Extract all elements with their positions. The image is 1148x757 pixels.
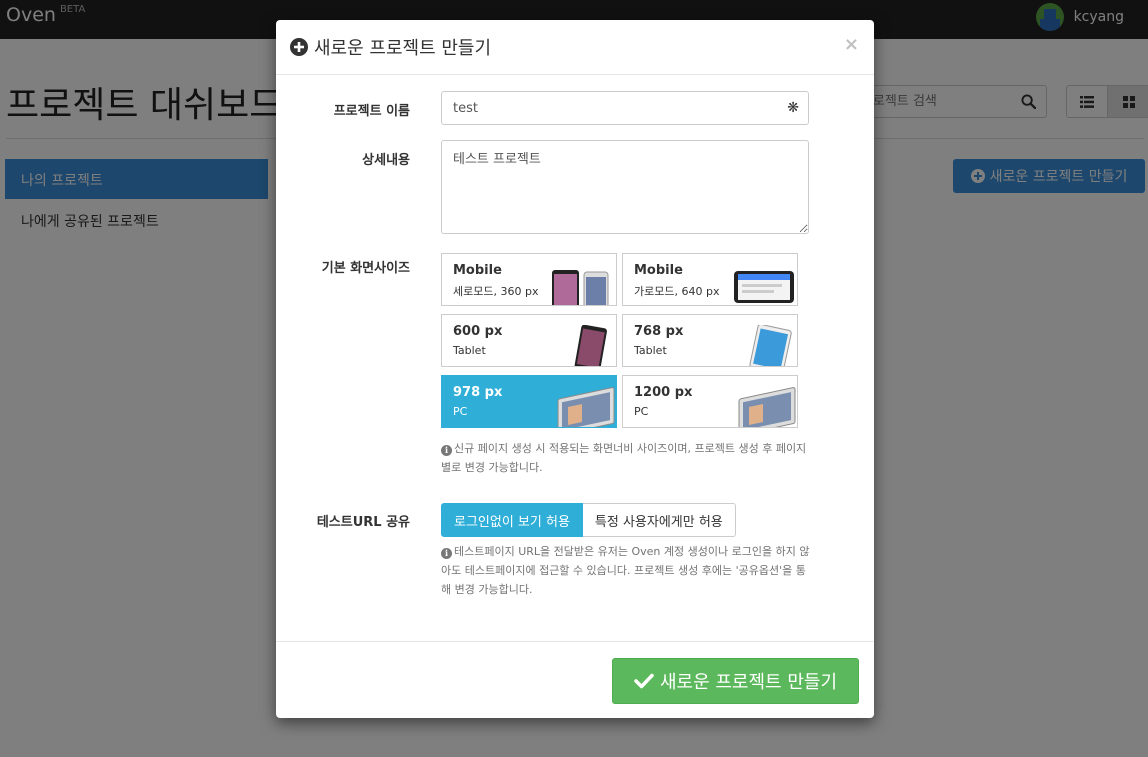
share-option-specific-users[interactable]: 특정 사용자에게만 허용: [582, 503, 736, 537]
info-icon: i: [441, 445, 452, 456]
description-label: 상세내용: [362, 153, 410, 168]
tablet-icon: [574, 325, 607, 366]
screen-size-label: 기본 화면사이즈: [321, 261, 410, 276]
size-option-600-tablet[interactable]: 600 px Tablet: [441, 314, 617, 367]
close-icon[interactable]: ×: [844, 34, 859, 55]
share-url-help: i 테스트페이지 URL을 전달받은 유저는 Oven 계정 생성이나 로그인을 …: [441, 545, 810, 596]
size-option-768-tablet[interactable]: 768 px Tablet: [622, 314, 798, 367]
size-option-mobile-landscape[interactable]: Mobile 가로모드, 640 px: [622, 253, 798, 306]
size-option-mobile-portrait[interactable]: Mobile 세로모드, 360 px: [441, 253, 617, 306]
new-project-modal: 새로운 프로젝트 만들기 × 프로젝트 이름 ❋ 상세내용 테스트 프로젝트 기…: [276, 20, 874, 718]
share-option-no-login[interactable]: 로그인없이 보기 허용: [441, 503, 583, 537]
modal-footer: 새로운 프로젝트 만들기: [276, 641, 874, 718]
create-project-button[interactable]: 새로운 프로젝트 만들기: [612, 658, 859, 704]
plus-circle-icon: [290, 38, 308, 56]
screen-size-help: i 신규 페이지 생성 시 적용되는 화면너비 사이즈이며, 프로젝트 생성 후 …: [441, 442, 807, 474]
project-name-field: ❋: [441, 91, 809, 125]
project-name-input[interactable]: [442, 92, 772, 124]
size-option-1200-pc[interactable]: 1200 px PC: [622, 375, 798, 428]
ipad-icon: [749, 325, 792, 366]
phone-landscape-icon: [734, 271, 794, 303]
monitor-icon: [738, 387, 796, 427]
share-url-label: 테스트URL 공유: [316, 515, 410, 530]
share-option-group: 로그인없이 보기 허용 특정 사용자에게만 허용: [441, 503, 736, 537]
check-icon: [634, 673, 654, 689]
required-icon: ❋: [787, 100, 799, 116]
modal-title: 새로운 프로젝트 만들기: [290, 34, 491, 60]
description-textarea[interactable]: 테스트 프로젝트: [441, 140, 809, 234]
modal-header: 새로운 프로젝트 만들기 ×: [276, 20, 874, 75]
monitor-icon: [557, 387, 615, 427]
phone-portrait-icon: [552, 270, 609, 305]
size-option-978-pc[interactable]: 978 px PC: [441, 375, 617, 428]
project-name-label: 프로젝트 이름: [333, 104, 410, 119]
info-icon: i: [441, 548, 452, 559]
